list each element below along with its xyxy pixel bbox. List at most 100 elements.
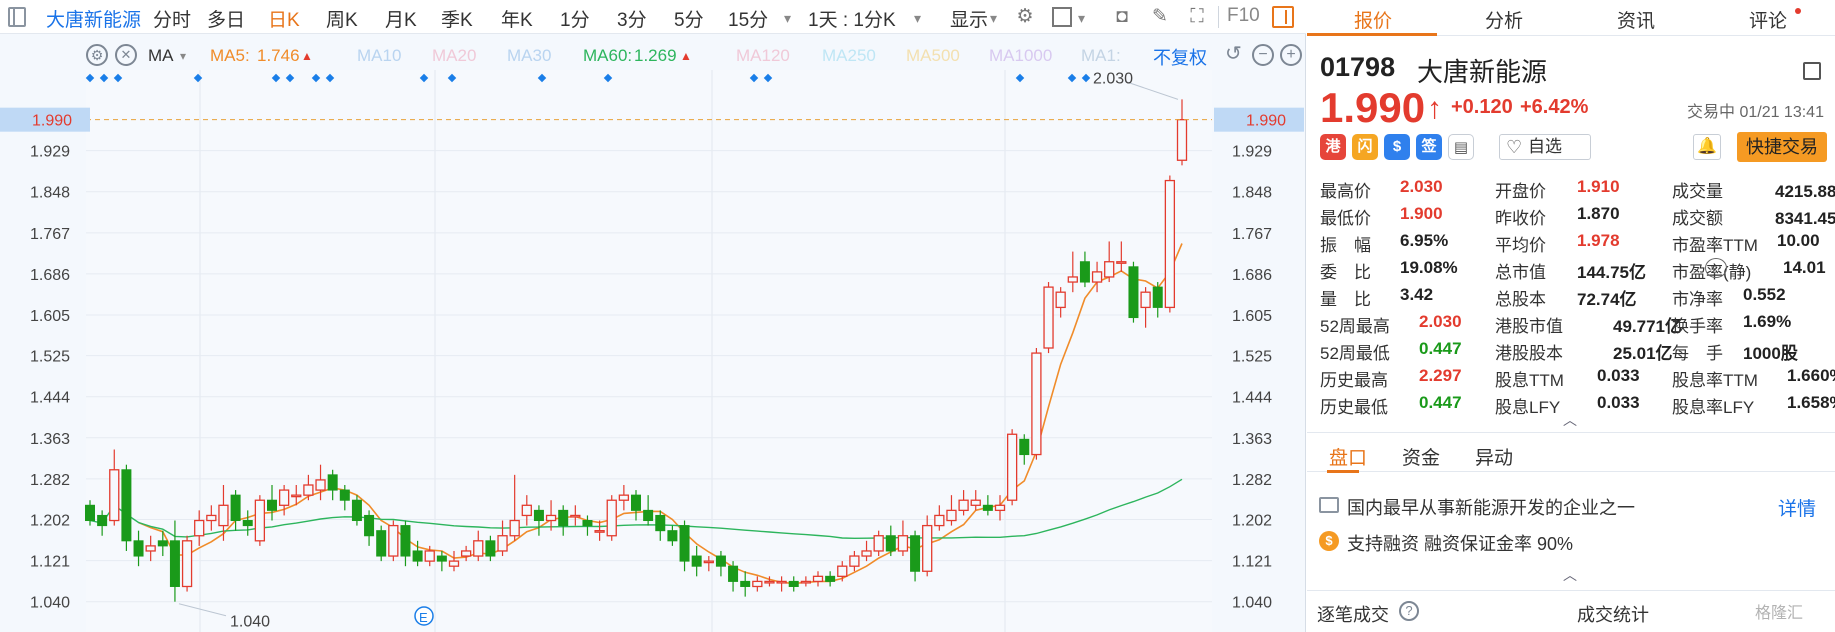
ma1000-label[interactable]: MA1000 <box>989 46 1052 66</box>
candle-body-up <box>1164 179 1176 309</box>
adjust-mode-button[interactable]: 不复权 <box>1153 44 1207 70</box>
stat-value: 72.74亿 <box>1577 290 1637 309</box>
tab-news[interactable]: 资讯 <box>1617 6 1655 33</box>
hk-connect-badge-icon[interactable]: 港 <box>1320 134 1346 160</box>
bell-alert-icon[interactable]: 🔔 <box>1693 134 1721 160</box>
ma1-label[interactable]: MA1: <box>1081 46 1121 66</box>
candle-body-down <box>242 520 253 527</box>
subtab-orderbook[interactable]: 盘口 <box>1329 443 1367 470</box>
stat-value: 10.00 <box>1777 231 1820 250</box>
ma5-label: MA5: <box>210 46 250 65</box>
candle-body-up <box>545 514 557 522</box>
ma-close-icon[interactable]: ✕ <box>115 44 137 66</box>
settings-gear-icon[interactable]: ⚙ <box>1014 6 1036 28</box>
stock-name-tab[interactable]: 大唐新能源 <box>46 5 141 32</box>
zoom-out-icon[interactable]: − <box>1252 44 1274 66</box>
ma250-label[interactable]: MA250 <box>822 46 876 66</box>
candle-body-down <box>1128 266 1139 319</box>
ma10-label[interactable]: MA10 <box>357 46 401 66</box>
candle-body-up <box>703 560 714 564</box>
candle-body-down <box>412 550 423 562</box>
chevron-up-icon[interactable]: ︿ <box>1563 410 1577 430</box>
period-1min[interactable]: 1分 <box>560 5 590 32</box>
ma30-label[interactable]: MA30 <box>507 46 551 66</box>
chevron-down-icon[interactable]: ▾ <box>990 10 997 27</box>
ma500-label[interactable]: MA500 <box>906 46 960 66</box>
period-5min[interactable]: 5分 <box>674 5 704 32</box>
ma20-label[interactable]: MA20 <box>432 46 476 66</box>
stat-value: 1.870 <box>1577 204 1620 223</box>
help-icon[interactable]: ? <box>1399 601 1419 621</box>
tab-comments[interactable]: 评论 <box>1749 6 1787 33</box>
sidebar-toggle-icon[interactable] <box>8 7 26 27</box>
candle-body-up <box>109 469 120 522</box>
f10-button[interactable]: F10 <box>1227 5 1260 27</box>
chevron-down-icon[interactable]: ▾ <box>784 10 791 27</box>
detail-link[interactable]: 详情 <box>1778 494 1816 521</box>
candle-body-up <box>764 580 775 584</box>
candle-body-down <box>655 514 666 532</box>
zoom-in-icon[interactable]: + <box>1280 44 1302 66</box>
chevron-up-icon[interactable]: ︿ <box>1563 565 1577 585</box>
stat-value: 0.447 <box>1419 393 1462 412</box>
range-selector[interactable]: 1天 : 1分K <box>808 5 896 32</box>
candle <box>1043 282 1054 354</box>
tag-badge-icon[interactable]: 签 <box>1416 134 1442 160</box>
ma-type-selector[interactable]: MA <box>148 46 174 66</box>
stat-label: 股息TTM <box>1495 371 1564 390</box>
candle-body-down <box>436 555 447 562</box>
y-axis-tick-right: 1.767 <box>1232 226 1272 243</box>
fullscreen-icon[interactable]: ⛶ <box>1186 6 1208 28</box>
pencil-draw-icon[interactable]: ✎ <box>1149 6 1171 28</box>
period-multiday[interactable]: 多日 <box>207 5 245 32</box>
subtab-funds[interactable]: 资金 <box>1402 443 1440 470</box>
stat-label: 历史最低 <box>1320 398 1388 417</box>
stat-label: 开盘价 <box>1495 182 1546 201</box>
y-axis-tick-right: 1.363 <box>1232 431 1272 448</box>
bookmark-icon[interactable]: ▤ <box>1448 134 1474 160</box>
panel-collapse-icon[interactable] <box>1803 62 1821 80</box>
margin-coin-icon: $ <box>1319 531 1339 551</box>
period-quarterly-k[interactable]: 季K <box>441 5 473 32</box>
period-yearly-k[interactable]: 年K <box>501 5 533 32</box>
chevron-down-icon[interactable]: ▾ <box>914 10 921 27</box>
watermark-text: 格隆汇 <box>1755 605 1804 622</box>
display-menu[interactable]: 显示 <box>950 5 988 32</box>
candle <box>388 520 399 562</box>
add-watchlist-button[interactable]: ♡ 自选 <box>1499 134 1591 160</box>
period-weekly-k[interactable]: 周K <box>326 5 358 32</box>
kline-chart[interactable]: 1.040 1.040 1.121 1.121 1.202 1.202 1.282 1.282… <box>0 70 1306 632</box>
undo-icon[interactable]: ↺ <box>1225 41 1242 66</box>
period-3min[interactable]: 3分 <box>617 5 647 32</box>
stat-value: 2.030 <box>1400 177 1443 196</box>
dollar-badge-icon[interactable]: $ <box>1384 134 1410 160</box>
period-15min[interactable]: 15分 <box>728 5 768 32</box>
period-daily-k[interactable]: 日K <box>268 5 300 32</box>
ma120-label[interactable]: MA120 <box>736 46 790 66</box>
flash-badge-icon[interactable]: 闪 <box>1352 134 1378 160</box>
tab-analysis[interactable]: 分析 <box>1485 6 1523 33</box>
trade-stats-tab[interactable]: 成交统计 <box>1577 601 1649 627</box>
more-icon[interactable]: ··· <box>1705 258 1727 278</box>
low-annotation: 1.040 <box>230 614 270 631</box>
ma-settings-icon[interactable]: ⚙ <box>86 44 108 66</box>
chevron-down-icon[interactable]: ▾ <box>1078 10 1085 27</box>
candle-body-down <box>327 474 338 491</box>
candle-body-down <box>643 509 654 522</box>
tick-trades-tab[interactable]: 逐笔成交 <box>1317 601 1389 627</box>
chevron-down-icon[interactable]: ▾ <box>180 49 186 63</box>
up-triangle-icon: ▲ <box>680 49 692 63</box>
subtab-anomaly[interactable]: 异动 <box>1475 443 1513 470</box>
camera-icon[interactable]: ◘ <box>1111 6 1133 28</box>
fast-trade-button[interactable]: 快捷交易 <box>1737 132 1827 162</box>
candle-body-down <box>267 499 277 511</box>
tab-quote[interactable]: 报价 <box>1354 6 1392 33</box>
candle-body-down <box>558 509 569 527</box>
panel-layout-icon[interactable] <box>1272 6 1294 28</box>
candle-body-down <box>691 555 702 567</box>
square-select-icon[interactable] <box>1052 7 1072 27</box>
period-intraday[interactable]: 分时 <box>153 5 191 32</box>
period-monthly-k[interactable]: 月K <box>385 5 417 32</box>
chart-panel: 大唐新能源 分时 多日 日K 周K 月K 季K 年K 1分 3分 5分 15分 … <box>0 0 1306 632</box>
last-price-tag-left: 1.990 <box>32 113 72 130</box>
